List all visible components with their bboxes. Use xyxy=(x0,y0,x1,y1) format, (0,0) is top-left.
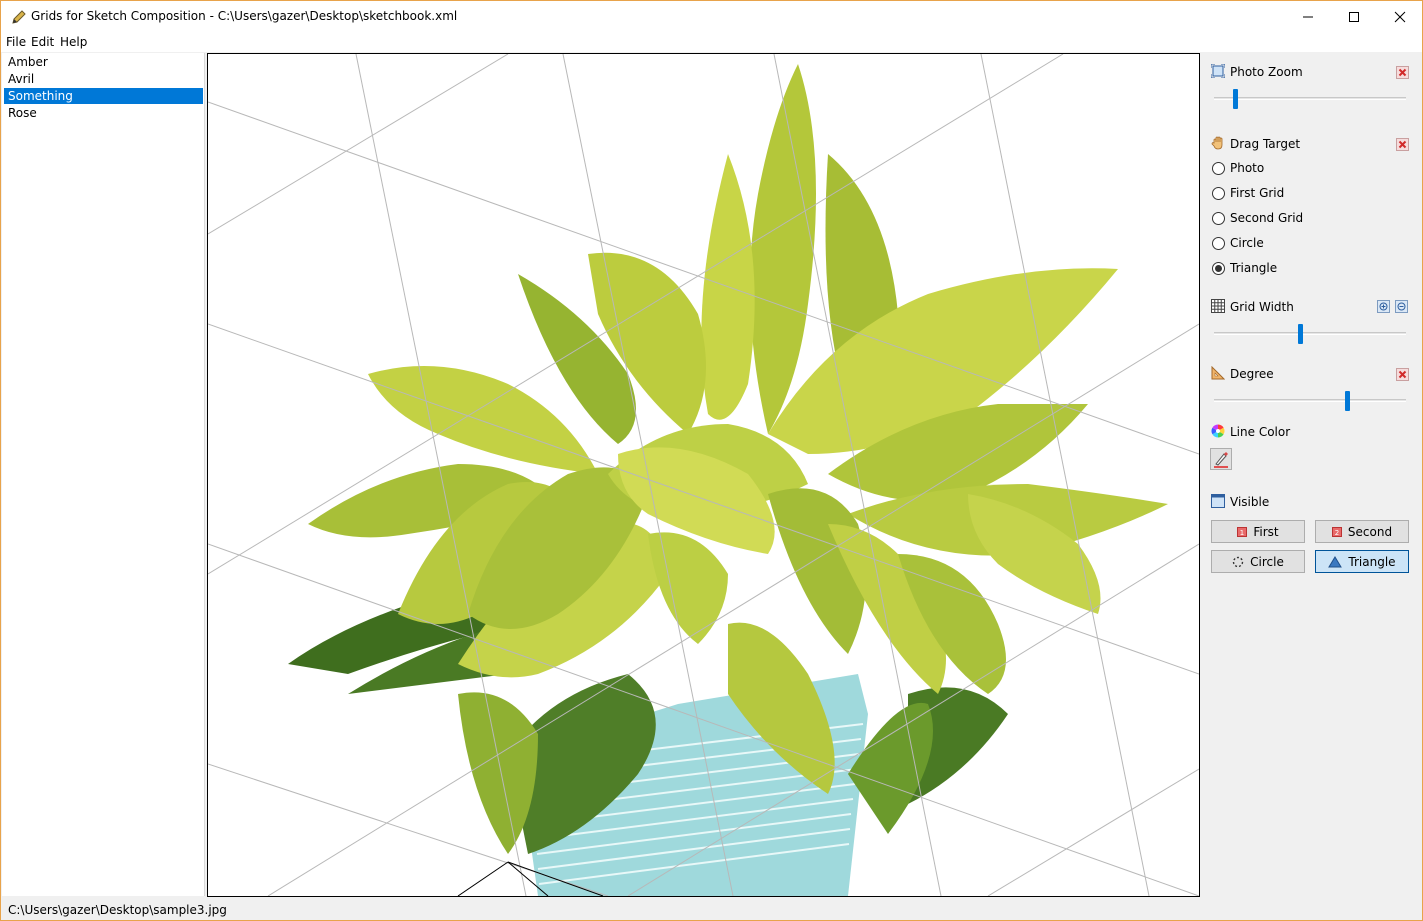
minimize-icon xyxy=(1303,16,1313,17)
drag-target-reset-icon[interactable] xyxy=(1396,138,1409,151)
sketch-list[interactable]: Amber Avril Something Rose xyxy=(2,53,205,896)
radio-second-grid[interactable]: Second Grid xyxy=(1212,210,1303,226)
list-item-amber[interactable]: Amber xyxy=(4,54,203,70)
grid-width-label: Grid Width xyxy=(1230,300,1294,314)
visible-first-label: First xyxy=(1253,524,1279,539)
menu-file[interactable]: File xyxy=(6,35,26,49)
photo-and-grid xyxy=(208,54,1199,896)
visible-second-label: Second xyxy=(1347,524,1393,539)
degree-label: Degree xyxy=(1230,367,1274,381)
photo-zoom-reset-icon[interactable] xyxy=(1396,66,1409,79)
radio-triangle-label: Triangle xyxy=(1230,261,1278,275)
color-picker-icon xyxy=(1214,452,1228,468)
grid-two-icon: 2 xyxy=(1331,526,1342,537)
ruler-triangle-icon xyxy=(1211,366,1225,380)
close-icon xyxy=(1394,11,1406,22)
radio-circle-label: Circle xyxy=(1230,236,1264,250)
visible-circle-button[interactable]: Circle xyxy=(1211,550,1305,573)
radio-first-grid[interactable]: First Grid xyxy=(1212,185,1284,201)
line-color-button[interactable] xyxy=(1210,448,1232,470)
zoom-out-icon[interactable] xyxy=(1395,300,1408,313)
radio-triangle-circle[interactable] xyxy=(1212,261,1225,275)
grid-width-slider[interactable] xyxy=(1214,332,1406,335)
maximize-icon xyxy=(1349,11,1359,22)
radio-photo-circle[interactable] xyxy=(1212,161,1225,175)
title-bar[interactable]: Grids for Sketch Composition - C:\Users\… xyxy=(1,1,1422,32)
zoom-frame-icon xyxy=(1211,64,1225,78)
hand-icon xyxy=(1211,136,1223,150)
triangle-icon xyxy=(1328,555,1343,567)
visible-second-button[interactable]: 2 Second xyxy=(1315,520,1409,543)
svg-text:2: 2 xyxy=(1335,529,1339,537)
visible-triangle-button[interactable]: Triangle xyxy=(1315,550,1409,573)
radio-second-grid-circle[interactable] xyxy=(1212,211,1225,225)
radio-circle-circle[interactable] xyxy=(1212,236,1225,250)
radio-triangle[interactable]: Triangle xyxy=(1212,260,1277,276)
drag-target-label: Drag Target xyxy=(1230,137,1301,151)
radio-photo-label: Photo xyxy=(1230,161,1265,175)
status-file-path: C:\Users\gazer\Desktop\sample3.jpg xyxy=(8,903,227,917)
degree-slider[interactable] xyxy=(1214,399,1406,402)
radio-first-grid-label: First Grid xyxy=(1230,186,1285,200)
visible-label: Visible xyxy=(1230,495,1270,509)
radio-second-grid-label: Second Grid xyxy=(1230,211,1304,225)
close-window-button[interactable] xyxy=(1377,1,1422,32)
app-window: Grids for Sketch Composition - C:\Users\… xyxy=(0,0,1423,921)
zoom-in-icon[interactable] xyxy=(1377,300,1390,313)
menu-help[interactable]: Help xyxy=(60,35,87,49)
photo-zoom-slider-thumb[interactable] xyxy=(1232,89,1238,109)
list-item-rose[interactable]: Rose xyxy=(4,105,203,121)
photo-zoom-slider[interactable] xyxy=(1214,97,1406,100)
visible-triangle-label: Triangle xyxy=(1348,554,1396,569)
grid-icon xyxy=(1211,299,1225,313)
grid-one-icon: 1 xyxy=(1237,526,1248,537)
visible-window-icon xyxy=(1211,494,1225,508)
degree-reset-icon[interactable] xyxy=(1396,368,1409,381)
line-color-label: Line Color xyxy=(1230,425,1291,439)
minimize-button[interactable] xyxy=(1285,1,1331,32)
menu-bar: File Edit Help xyxy=(1,32,1422,52)
sketch-canvas[interactable] xyxy=(207,53,1200,897)
window-title: Grids for Sketch Composition - C:\Users\… xyxy=(31,9,458,23)
list-item-avril[interactable]: Avril xyxy=(4,71,203,87)
dotted-circle-icon xyxy=(1232,556,1244,567)
photo-zoom-label: Photo Zoom xyxy=(1230,65,1303,79)
visible-first-button[interactable]: 1 First xyxy=(1211,520,1305,543)
radio-photo[interactable]: Photo xyxy=(1212,160,1264,176)
radio-circle[interactable]: Circle xyxy=(1212,235,1264,251)
status-bar: C:\Users\gazer\Desktop\sample3.jpg xyxy=(1,898,1422,920)
color-wheel-icon xyxy=(1211,424,1225,438)
pencil-app-icon xyxy=(12,10,26,24)
svg-text:1: 1 xyxy=(1240,529,1244,537)
list-item-something[interactable]: Something xyxy=(4,88,203,104)
visible-circle-label: Circle xyxy=(1250,554,1284,569)
degree-slider-thumb[interactable] xyxy=(1344,391,1350,411)
grid-width-slider-thumb[interactable] xyxy=(1298,324,1304,344)
maximize-button[interactable] xyxy=(1331,1,1377,32)
menu-edit[interactable]: Edit xyxy=(31,35,54,49)
radio-first-grid-circle[interactable] xyxy=(1212,186,1225,200)
